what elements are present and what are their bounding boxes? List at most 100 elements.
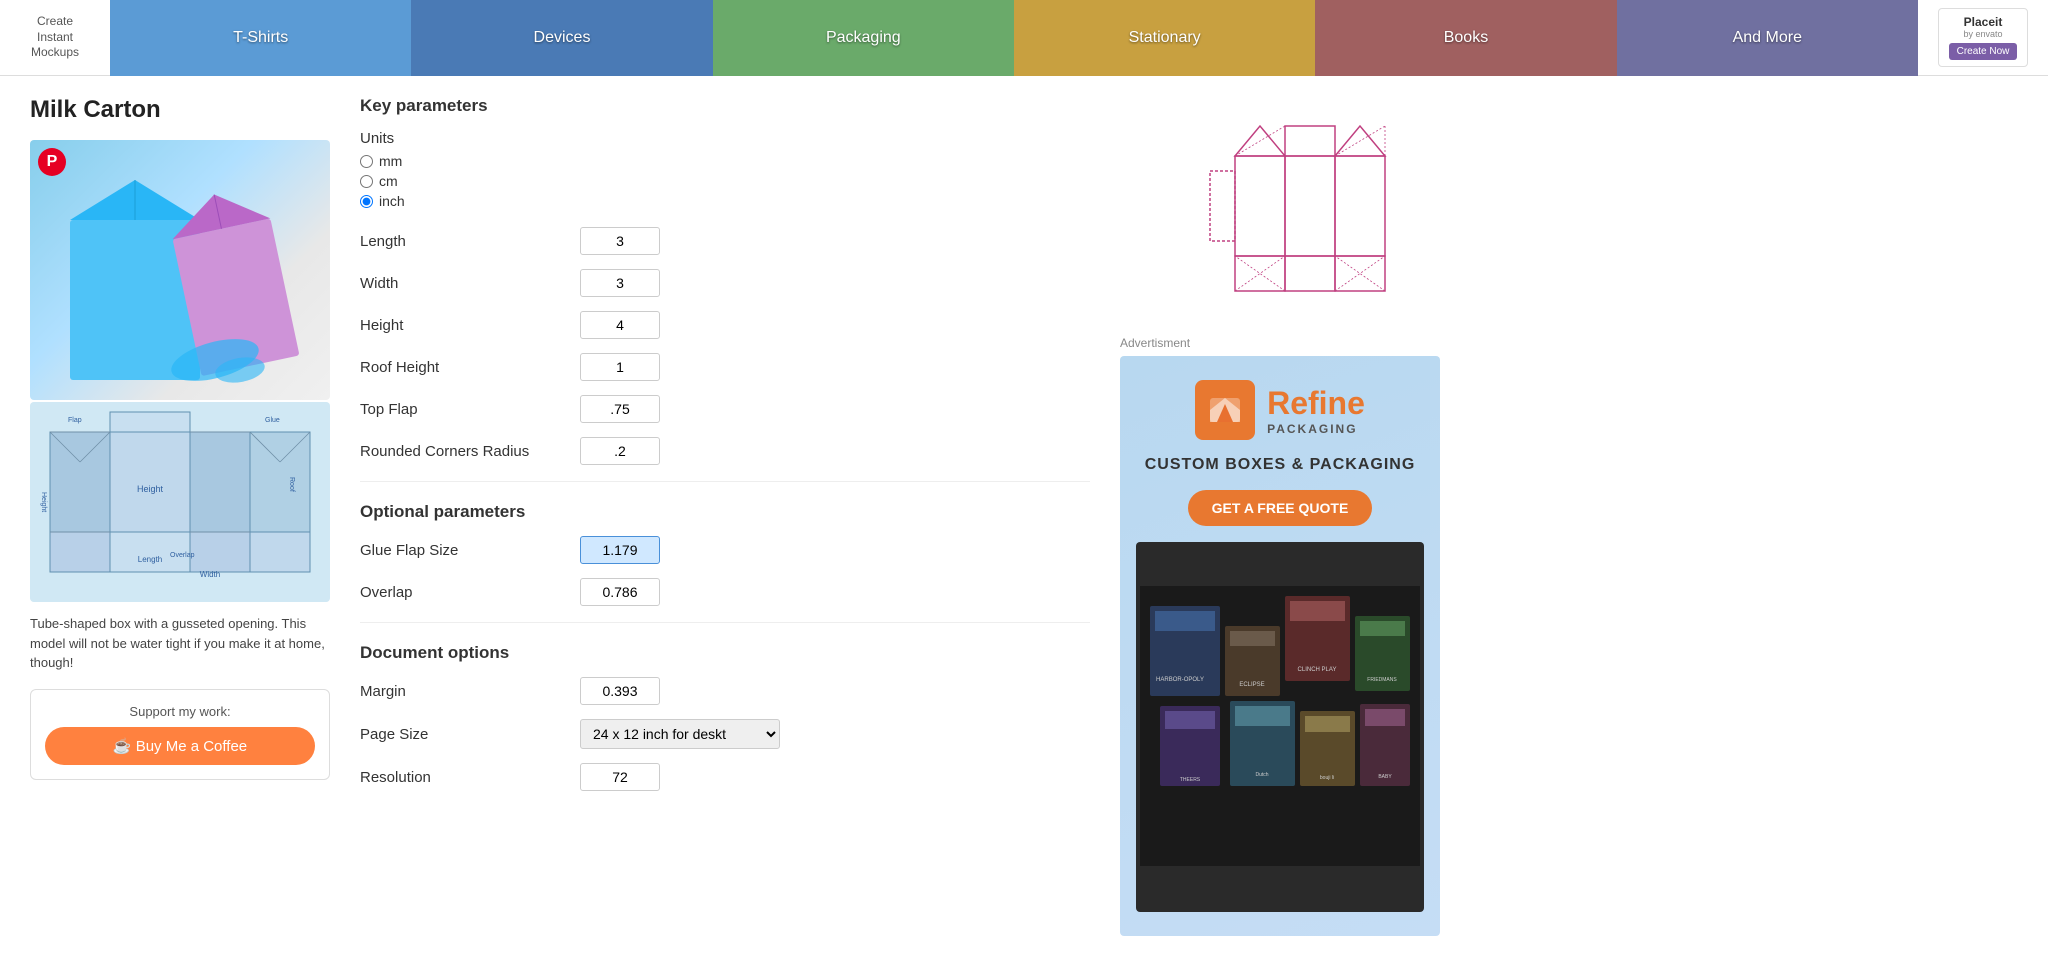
carton-illustration-svg [40,150,320,390]
ad-headline: CUSTOM BOXES & PACKAGING [1145,456,1416,474]
param-label-glue-flap: Glue Flap Size [360,542,580,559]
param-input-top-flap[interactable] [580,395,660,423]
svg-text:THEERS: THEERS [1180,777,1201,783]
param-label-overlap: Overlap [360,584,580,601]
param-input-margin[interactable] [580,677,660,705]
radio-mm-input[interactable] [360,155,373,168]
svg-text:Length: Length [138,555,162,564]
radio-cm-input[interactable] [360,175,373,188]
placeit-brand: Placeit [1949,15,2018,29]
units-label: Units [360,130,1090,147]
unfolded-diagram-svg [1195,106,1395,316]
param-label-top-flap: Top Flap [360,401,580,418]
svg-text:FRIEDMANS: FRIEDMANS [1367,677,1397,683]
radio-inch-input[interactable] [360,195,373,208]
param-input-rounded-corners[interactable] [580,437,660,465]
param-input-resolution[interactable] [580,763,660,791]
radio-cm[interactable]: cm [360,173,1090,189]
param-row-overlap: Overlap [360,578,1090,606]
nav-logo-text: CreateInstantMockups [31,14,79,61]
nav-item-andmore-label: And More [1733,29,1802,47]
param-label-resolution: Resolution [360,769,580,786]
product-image-top: P [30,140,330,400]
nav-item-stationary-label: Stationary [1129,29,1201,47]
param-row-height: Height [360,311,1090,339]
nav-item-tshirts[interactable]: T-Shirts [110,0,411,76]
divider-1 [360,481,1090,482]
ad-brand-sub: PACKAGING [1267,422,1365,436]
product-description: Tube-shaped box with a gusseted opening.… [30,614,330,673]
radio-inch-label: inch [379,193,405,209]
placeit-cta-button[interactable]: Create Now [1949,43,2018,60]
svg-text:bouji li: bouji li [1320,775,1334,781]
pinterest-icon[interactable]: P [38,148,66,176]
coffee-button[interactable]: ☕ Buy Me a Coffee [45,727,315,765]
nav-item-stationary[interactable]: Stationary [1014,0,1315,76]
nav-item-packaging-label: Packaging [826,29,901,47]
document-section: Document options Margin Page Size 24 x 1… [360,643,1090,791]
radio-mm[interactable]: mm [360,153,1090,169]
param-input-roof-height[interactable] [580,353,660,381]
nav-item-andmore[interactable]: And More [1617,0,1918,76]
svg-text:Dutch: Dutch [1255,772,1268,778]
param-input-glue-flap[interactable] [580,536,660,564]
param-input-width[interactable] [580,269,660,297]
param-label-height: Height [360,317,580,334]
right-panel: Advertisment Refine PACKAGING [1120,96,1470,936]
diagram-svg-area [1120,96,1470,326]
param-label-margin: Margin [360,683,580,700]
param-input-length[interactable] [580,227,660,255]
svg-text:ECLIPSE: ECLIPSE [1239,682,1264,688]
radio-inch[interactable]: inch [360,193,1090,209]
ad-logo-area: Refine PACKAGING [1195,380,1365,440]
ad-boxes-visual: HARBOR-OPOLY ECLIPSE CLINCH PLAY FRIEDMA… [1136,542,1424,912]
nav-item-tshirts-label: T-Shirts [233,29,288,47]
param-label-rounded-corners: Rounded Corners Radius [360,443,580,460]
param-label-roof-height: Roof Height [360,359,580,376]
nav-items: T-Shirts Devices Packaging Stationary Bo… [110,0,1918,76]
svg-text:Overlap: Overlap [170,552,195,559]
param-select-page-size[interactable]: 24 x 12 inch for deskt A4 Letter A3 [580,719,780,749]
product-image-bottom: Height Length Width Flap Glue Roof Heigh… [30,402,330,602]
units-radio-group: mm cm inch [360,153,1090,209]
param-row-length: Length [360,227,1090,255]
param-row-page-size: Page Size 24 x 12 inch for deskt A4 Lett… [360,719,1090,749]
nav-item-books[interactable]: Books [1315,0,1616,76]
placeit-box: Placeit by envato Create Now [1938,8,2029,67]
ad-brand-area: Refine PACKAGING [1267,385,1365,436]
nav-ad: Placeit by envato Create Now [1918,0,2048,75]
page-title: Milk Carton [30,96,330,124]
ad-logo-icon [1195,380,1255,440]
param-label-width: Width [360,275,580,292]
support-label: Support my work: [45,704,315,719]
units-section: Units mm cm inch [360,130,1090,209]
support-box: Support my work: ☕ Buy Me a Coffee [30,689,330,780]
svg-text:Height: Height [137,484,164,494]
param-label-page-size: Page Size [360,726,580,743]
ad-logo-svg [1205,390,1245,430]
ad-cta-button[interactable]: GET A FREE QUOTE [1188,490,1373,526]
left-sidebar: Milk Carton P [30,96,330,936]
svg-text:HARBOR-OPOLY: HARBOR-OPOLY [1156,677,1204,683]
nav-item-packaging[interactable]: Packaging [713,0,1014,76]
document-options-title: Document options [360,643,1090,663]
nav-item-devices[interactable]: Devices [411,0,712,76]
key-params-title: Key parameters [360,96,1090,116]
svg-text:Roof: Roof [288,477,295,492]
svg-text:CLINCH PLAY: CLINCH PLAY [1298,667,1337,673]
product-diagram-svg: Height Length Width Flap Glue Roof Heigh… [30,402,330,602]
ad-boxes-visual-inner: HARBOR-OPOLY ECLIPSE CLINCH PLAY FRIEDMA… [1140,586,1420,869]
param-row-top-flap: Top Flap [360,395,1090,423]
center-form: Key parameters Units mm cm inch [360,96,1090,936]
optional-params-title: Optional parameters [360,502,1090,522]
placeit-by: by envato [1949,29,2018,39]
nav-item-devices-label: Devices [534,29,591,47]
param-input-overlap[interactable] [580,578,660,606]
radio-cm-label: cm [379,173,398,189]
main-content: Milk Carton P [0,76,1500,956]
ad-box: Refine PACKAGING CUSTOM BOXES & PACKAGIN… [1120,356,1440,936]
svg-text:Flap: Flap [68,417,82,424]
ad-label: Advertisment [1120,336,1470,350]
param-input-height[interactable] [580,311,660,339]
svg-text:Height: Height [40,492,47,512]
